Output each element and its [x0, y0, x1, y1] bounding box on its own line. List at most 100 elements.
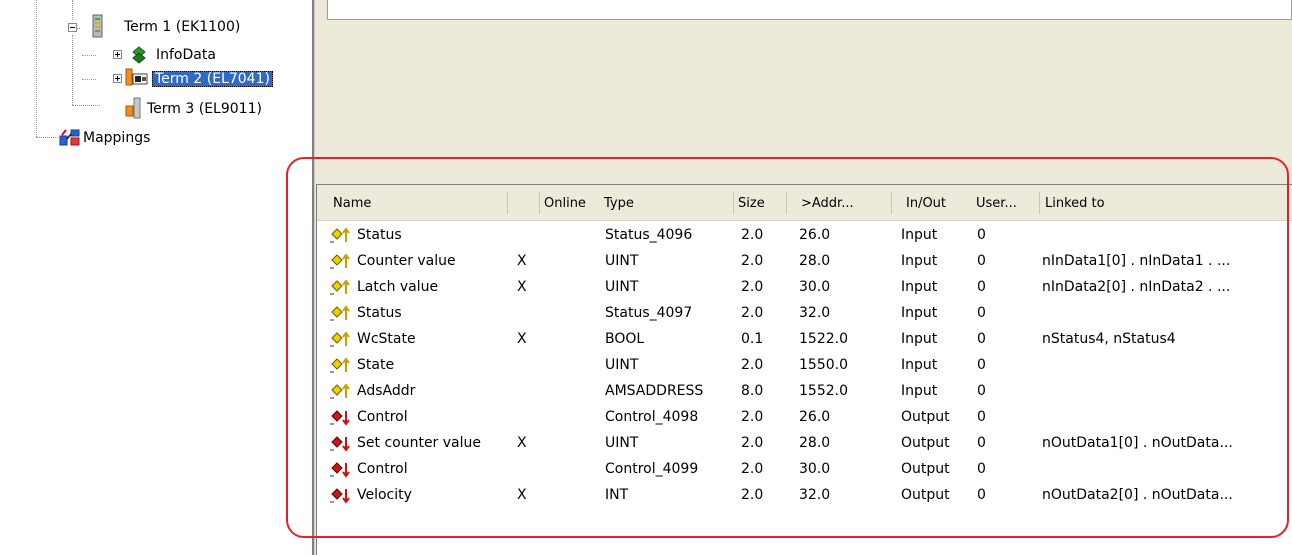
cell-size: 8.0	[741, 383, 764, 399]
table-row[interactable]: AdsAddr AMSADDRESS 8.0 1552.0 Input 0	[317, 378, 1292, 404]
cell-inout: Output	[901, 487, 950, 503]
cell-name: Control	[357, 461, 408, 477]
tree-item-label: Mappings	[83, 130, 151, 146]
table-row[interactable]: Velocity X INT 2.0 32.0 Output 0 nOutData2[0] .…	[317, 482, 1292, 508]
input-variable-icon	[329, 331, 351, 349]
cell-name: Velocity	[357, 487, 412, 503]
cell-addr: 1550.0	[799, 357, 848, 373]
column-header-size[interactable]: Size	[734, 185, 786, 220]
tree-view[interactable]: Term 1 (EK1100) InfoData Term 2 (EL7041)…	[0, 0, 312, 555]
cell-size: 2.0	[741, 409, 764, 425]
expand-toggle[interactable]	[113, 50, 122, 59]
input-variable-icon	[329, 279, 351, 297]
table-row[interactable]: Counter value X UINT 2.0 28.0 Input 0 nInData1[…	[317, 248, 1292, 274]
input-variable-icon	[329, 227, 351, 245]
cell-type: BOOL	[605, 331, 645, 347]
table-row[interactable]: Set counter value X UINT 2.0 28.0 Output 0 nOut…	[317, 430, 1292, 456]
tree-connector	[82, 79, 96, 80]
column-separator[interactable]	[1039, 192, 1040, 214]
cell-size: 2.0	[741, 253, 764, 269]
cell-inout: Input	[901, 305, 938, 321]
collapse-toggle[interactable]	[68, 23, 77, 32]
cell-type: UINT	[605, 357, 639, 373]
column-separator[interactable]	[891, 192, 892, 214]
tree-item-term2[interactable]: Term 2 (EL7041)	[152, 69, 273, 89]
cell-online: X	[517, 435, 527, 451]
tree-item-mappings[interactable]: Mappings	[80, 128, 153, 148]
cell-inout: Output	[901, 461, 950, 477]
tree-connector	[72, 105, 100, 106]
cell-name: Control	[357, 409, 408, 425]
tree-item-infodata[interactable]: InfoData	[153, 45, 219, 65]
column-header-online[interactable]: Online	[540, 185, 600, 220]
tree-item-label: Term 3 (EL9011)	[147, 101, 262, 117]
cell-size: 2.0	[741, 279, 764, 295]
mappings-icon	[58, 127, 82, 151]
tree-item-label: Term 1 (EK1100)	[124, 19, 241, 35]
cell-name: State	[357, 357, 395, 373]
column-header-user[interactable]: User...	[972, 185, 1039, 220]
cell-name: WcState	[357, 331, 416, 347]
column-header-name[interactable]: Name	[329, 185, 507, 220]
cell-inout: Input	[901, 279, 938, 295]
cell-linked: nOutData2[0] . nOutData...	[1042, 487, 1233, 503]
table-row[interactable]: Status Status_4096 2.0 26.0 Input 0	[317, 222, 1292, 248]
input-variable-icon	[329, 253, 351, 271]
tree-item-term3[interactable]: Term 3 (EL9011)	[144, 99, 265, 119]
cell-name: Status	[357, 227, 402, 243]
input-variable-icon	[329, 305, 351, 323]
cell-user: 0	[977, 435, 986, 451]
cell-linked: nStatus4, nStatus4	[1042, 331, 1176, 347]
cell-name: Latch value	[357, 279, 439, 295]
table-row[interactable]: Control Control_4098 2.0 26.0 Output 0	[317, 404, 1292, 430]
output-variable-icon	[329, 409, 351, 427]
list-header: Name Online Type Size >Addr... In/Out Us…	[317, 185, 1292, 221]
cell-addr: 32.0	[799, 487, 831, 503]
output-variable-icon	[329, 487, 351, 505]
tree-item-term1[interactable]: Term 1 (EK1100)	[121, 17, 243, 37]
cell-addr: 1522.0	[799, 331, 848, 347]
table-row[interactable]: Status Status_4097 2.0 32.0 Input 0	[317, 300, 1292, 326]
column-separator[interactable]	[507, 192, 508, 214]
cell-online: X	[517, 279, 527, 295]
column-header-type[interactable]: Type	[600, 185, 733, 220]
variables-list[interactable]: Name Online Type Size >Addr... In/Out Us…	[316, 184, 1292, 555]
input-variable-icon	[329, 383, 351, 401]
cell-type: UINT	[605, 253, 639, 269]
cell-addr: 30.0	[799, 461, 831, 477]
cell-user: 0	[977, 253, 986, 269]
expand-toggle[interactable]	[113, 74, 122, 83]
output-variable-icon	[329, 435, 351, 453]
cell-addr: 1552.0	[799, 383, 848, 399]
cell-user: 0	[977, 357, 986, 373]
infodata-icon	[130, 45, 148, 69]
column-separator[interactable]	[786, 192, 787, 214]
cell-linked: nInData1[0] . nInData1 . ...	[1042, 253, 1231, 269]
cell-addr: 30.0	[799, 279, 831, 295]
output-variable-icon	[329, 461, 351, 479]
properties-content-box	[327, 0, 1292, 20]
cell-linked: nOutData1[0] . nOutData...	[1042, 435, 1233, 451]
column-header-linked-to[interactable]: Linked to	[1041, 185, 1291, 220]
cell-addr: 26.0	[799, 409, 831, 425]
cell-addr: 26.0	[799, 227, 831, 243]
cell-user: 0	[977, 409, 986, 425]
tree-item-label: InfoData	[156, 47, 216, 63]
input-variable-icon	[329, 357, 351, 375]
cell-addr: 32.0	[799, 305, 831, 321]
cell-size: 2.0	[741, 435, 764, 451]
cell-user: 0	[977, 383, 986, 399]
cell-linked: nInData2[0] . nInData2 . ...	[1042, 279, 1231, 295]
cell-online: X	[517, 487, 527, 503]
table-row[interactable]: State UINT 2.0 1550.0 Input 0	[317, 352, 1292, 378]
table-row[interactable]: WcState X BOOL 0.1 1522.0 Input 0 nStatus4, nSt…	[317, 326, 1292, 352]
cell-size: 2.0	[741, 487, 764, 503]
cell-type: UINT	[605, 435, 639, 451]
column-header-address[interactable]: >Addr...	[797, 185, 891, 220]
table-row[interactable]: Control Control_4099 2.0 30.0 Output 0	[317, 456, 1292, 482]
table-row[interactable]: Latch value X UINT 2.0 30.0 Input 0 nInData2[0]…	[317, 274, 1292, 300]
cell-name: Counter value	[357, 253, 456, 269]
column-header-inout[interactable]: In/Out	[902, 185, 974, 220]
cell-online: X	[517, 331, 527, 347]
cell-inout: Output	[901, 409, 950, 425]
